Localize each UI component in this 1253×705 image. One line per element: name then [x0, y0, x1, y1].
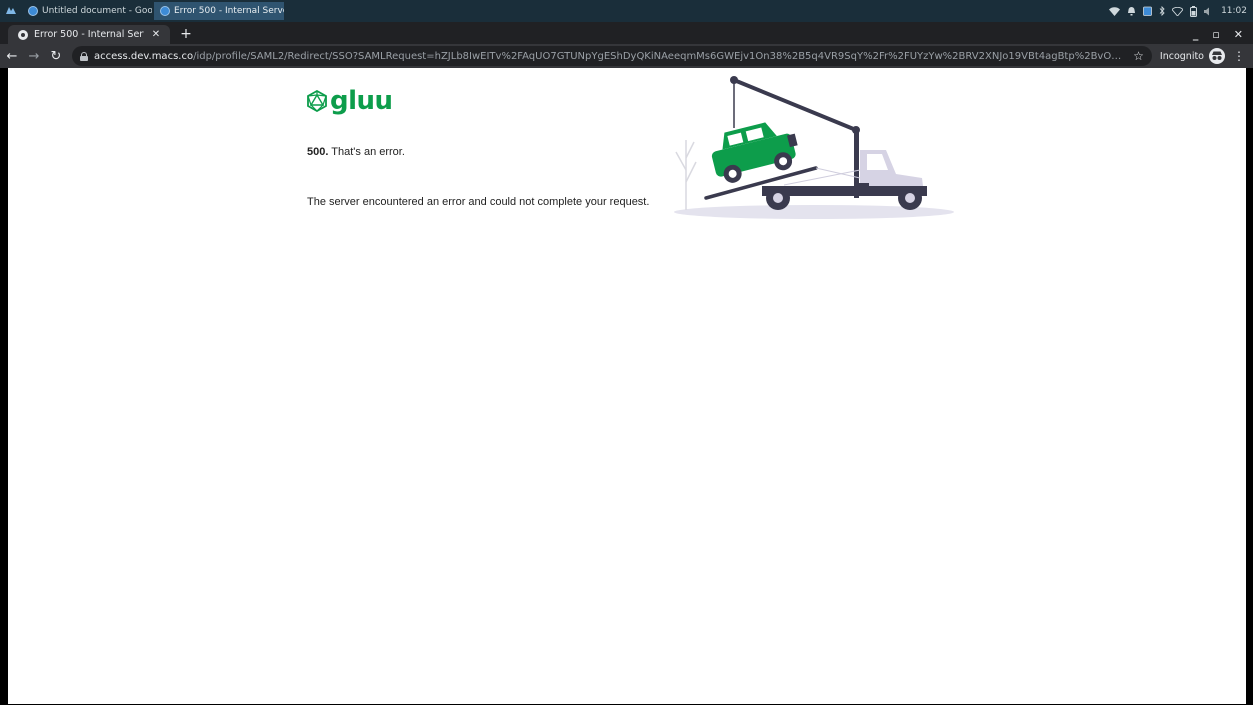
- reload-icon[interactable]: ↻: [46, 49, 66, 64]
- incognito-avatar-icon: [1209, 48, 1225, 64]
- chrome-icon: [28, 6, 38, 16]
- url-path: /idp/profile/SAML2/Redirect/SSO?SAMLRequ…: [193, 50, 1127, 62]
- taskbar-app-label: Untitled document - Google ...: [42, 6, 152, 16]
- new-tab-button[interactable]: +: [178, 26, 194, 42]
- incognito-label: Incognito: [1159, 50, 1204, 62]
- error-code: 500.: [307, 146, 329, 158]
- taskbar-app-docs[interactable]: Untitled document - Google ...: [22, 2, 152, 20]
- battery-icon[interactable]: [1190, 5, 1198, 17]
- more-menu-icon[interactable]: ⋮: [1231, 49, 1247, 63]
- close-window-icon[interactable]: ✕: [1234, 28, 1243, 41]
- gluu-logo: gluu: [306, 88, 393, 114]
- clock[interactable]: 11:02: [1221, 6, 1247, 16]
- os-taskbar: Untitled document - Google ... Error 500…: [0, 0, 1253, 22]
- error-heading: 500. That's an error.: [307, 146, 405, 158]
- tab-error-500[interactable]: Error 500 - Internal Server Erro ✕: [8, 25, 170, 44]
- system-tray: 11:02: [1109, 5, 1253, 17]
- taskbar-app-error[interactable]: Error 500 - Internal Server E...: [154, 2, 284, 20]
- url-host: access.dev.macs.co: [94, 50, 194, 62]
- browser-tab-strip: Error 500 - Internal Server Erro ✕ + _ ▫…: [0, 22, 1253, 44]
- volume-icon[interactable]: [1204, 7, 1214, 16]
- os-menu-icon[interactable]: [0, 0, 22, 22]
- back-arrow-icon[interactable]: ←: [2, 49, 22, 64]
- bookmark-star-icon[interactable]: ☆: [1133, 49, 1144, 63]
- address-bar[interactable]: access.dev.macs.co /idp/profile/SAML2/Re…: [72, 46, 1152, 66]
- page-content: gluu 500. That's an error. The server en…: [8, 68, 1246, 704]
- globe-favicon-icon: [18, 29, 28, 40]
- notification-bell-icon[interactable]: [1127, 6, 1136, 16]
- calendar-icon[interactable]: [1143, 6, 1152, 16]
- browser-toolbar: ← → ↻ access.dev.macs.co /idp/profile/SA…: [0, 44, 1253, 68]
- minimize-icon[interactable]: _: [1193, 28, 1199, 41]
- tow-truck-illustration: [674, 76, 954, 219]
- logo-wordmark: gluu: [330, 86, 393, 116]
- error-message: The server encountered an error and coul…: [307, 196, 650, 208]
- wifi-icon[interactable]: [1109, 6, 1121, 16]
- gluu-logo-icon: [307, 90, 327, 112]
- error-short: That's an error.: [331, 146, 405, 158]
- close-tab-icon[interactable]: ✕: [150, 29, 162, 40]
- chrome-icon: [160, 6, 170, 16]
- bluetooth-icon[interactable]: [1159, 6, 1165, 16]
- maximize-icon[interactable]: ▫: [1212, 28, 1219, 41]
- wifi-signal-icon[interactable]: [1172, 6, 1184, 16]
- tab-title: Error 500 - Internal Server Erro: [34, 29, 144, 40]
- taskbar-app-label: Error 500 - Internal Server E...: [174, 6, 284, 16]
- lock-icon[interactable]: [80, 51, 88, 61]
- incognito-indicator[interactable]: Incognito: [1160, 48, 1225, 64]
- window-controls: _ ▫ ✕: [1193, 28, 1253, 41]
- forward-arrow-icon[interactable]: →: [24, 49, 44, 64]
